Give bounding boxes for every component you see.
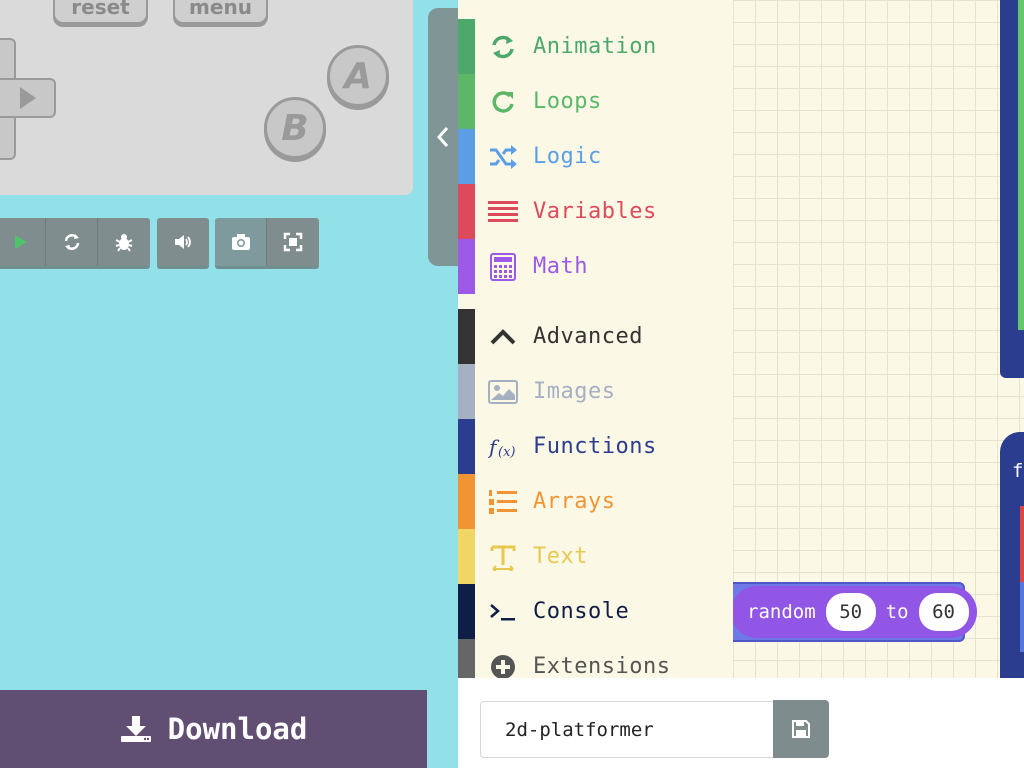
toolbox-category-math[interactable]: Math xyxy=(458,239,733,294)
dpad[interactable] xyxy=(0,38,60,160)
screenshot-icon xyxy=(231,234,250,250)
sim-toolbar-audio xyxy=(157,218,209,266)
toolbox-category-animation[interactable]: Animation xyxy=(458,19,733,74)
reset-button[interactable]: reset xyxy=(53,0,148,24)
toolbox-category-loops[interactable]: Loops xyxy=(458,74,733,129)
event-block-partial[interactable] xyxy=(1000,0,1024,378)
svg-text:(x): (x) xyxy=(498,445,515,460)
toolbox-category-variables[interactable]: Variables xyxy=(458,184,733,239)
category-label: Advanced xyxy=(533,324,643,349)
restart-button[interactable] xyxy=(46,218,98,266)
save-button[interactable] xyxy=(773,700,829,758)
random-from-input[interactable]: 50 xyxy=(825,593,876,631)
b-button[interactable]: B xyxy=(264,97,326,159)
category-label: Extensions xyxy=(533,654,671,679)
toolbox-category-text[interactable]: Text xyxy=(458,529,733,584)
category-label: Functions xyxy=(533,434,657,459)
play-icon xyxy=(14,235,27,249)
fullscreen-icon xyxy=(283,232,303,252)
toolbox-category-arrays[interactable]: Arrays xyxy=(458,474,733,529)
toolbox-category-logic[interactable]: Logic xyxy=(458,129,733,184)
functions-icon: f (x) xyxy=(485,431,521,463)
text-icon xyxy=(485,541,521,573)
category-label: Images xyxy=(533,379,616,404)
a-button[interactable]: A xyxy=(327,45,389,107)
toolbox-category-images[interactable]: Images xyxy=(458,364,733,419)
download-label: Download xyxy=(167,712,308,746)
category-label: Text xyxy=(533,544,588,569)
logic-icon xyxy=(485,141,521,173)
play-button[interactable] xyxy=(0,218,46,266)
console-icon xyxy=(485,596,521,628)
debug-button[interactable] xyxy=(98,218,150,266)
arrays-icon xyxy=(485,486,521,518)
category-label: Animation xyxy=(533,34,657,59)
sim-toolbar-main xyxy=(0,218,150,266)
toolbox-category-advanced[interactable]: Advanced xyxy=(458,309,733,364)
blocks-workspace[interactable]: f random 50 to 60 xyxy=(733,0,1024,678)
images-icon xyxy=(485,376,521,408)
fullscreen-button[interactable] xyxy=(267,218,319,266)
category-label: Logic xyxy=(533,144,602,169)
restart-icon xyxy=(64,234,79,250)
animation-icon xyxy=(485,31,521,63)
category-label: Variables xyxy=(533,199,657,224)
toolbox-category-functions[interactable]: f (x) Functions xyxy=(458,419,733,474)
category-label: Arrays xyxy=(533,489,616,514)
volume-icon xyxy=(175,235,191,249)
variables-icon xyxy=(485,196,521,228)
random-to-input[interactable]: 60 xyxy=(918,593,969,631)
download-icon xyxy=(120,716,151,742)
mute-button[interactable] xyxy=(157,218,209,266)
debug-icon xyxy=(115,234,133,252)
chevron-left-icon xyxy=(436,127,449,147)
dpad-right-arrow-icon[interactable] xyxy=(20,87,36,109)
random-to-label: to xyxy=(885,601,909,623)
screenshot-button[interactable] xyxy=(215,218,267,266)
menu-button[interactable]: menu xyxy=(173,0,268,24)
chevron-up-icon xyxy=(485,321,521,353)
random-label: random xyxy=(747,601,816,623)
loops-icon xyxy=(485,86,521,118)
toolbox: Animation Loops Logic Variables Math Adv… xyxy=(458,0,733,694)
download-button[interactable]: Download xyxy=(0,690,427,768)
function-block-label: f xyxy=(1012,460,1024,482)
category-label: Loops xyxy=(533,89,602,114)
game-console-shell: reset menu A B xyxy=(0,0,413,195)
math-icon xyxy=(485,251,521,283)
function-block-partial[interactable]: f xyxy=(1000,432,1024,678)
toolbox-category-console[interactable]: Console xyxy=(458,584,733,639)
save-icon xyxy=(792,720,810,738)
random-range-block[interactable]: random 50 to 60 xyxy=(733,582,977,642)
project-bar xyxy=(458,678,1024,768)
simulator-panel: reset menu A B Download xyxy=(0,0,458,768)
category-label: Console xyxy=(533,599,630,624)
project-name-input[interactable] xyxy=(480,701,775,758)
category-label: Math xyxy=(533,254,588,279)
sim-toolbar-view xyxy=(215,218,319,266)
